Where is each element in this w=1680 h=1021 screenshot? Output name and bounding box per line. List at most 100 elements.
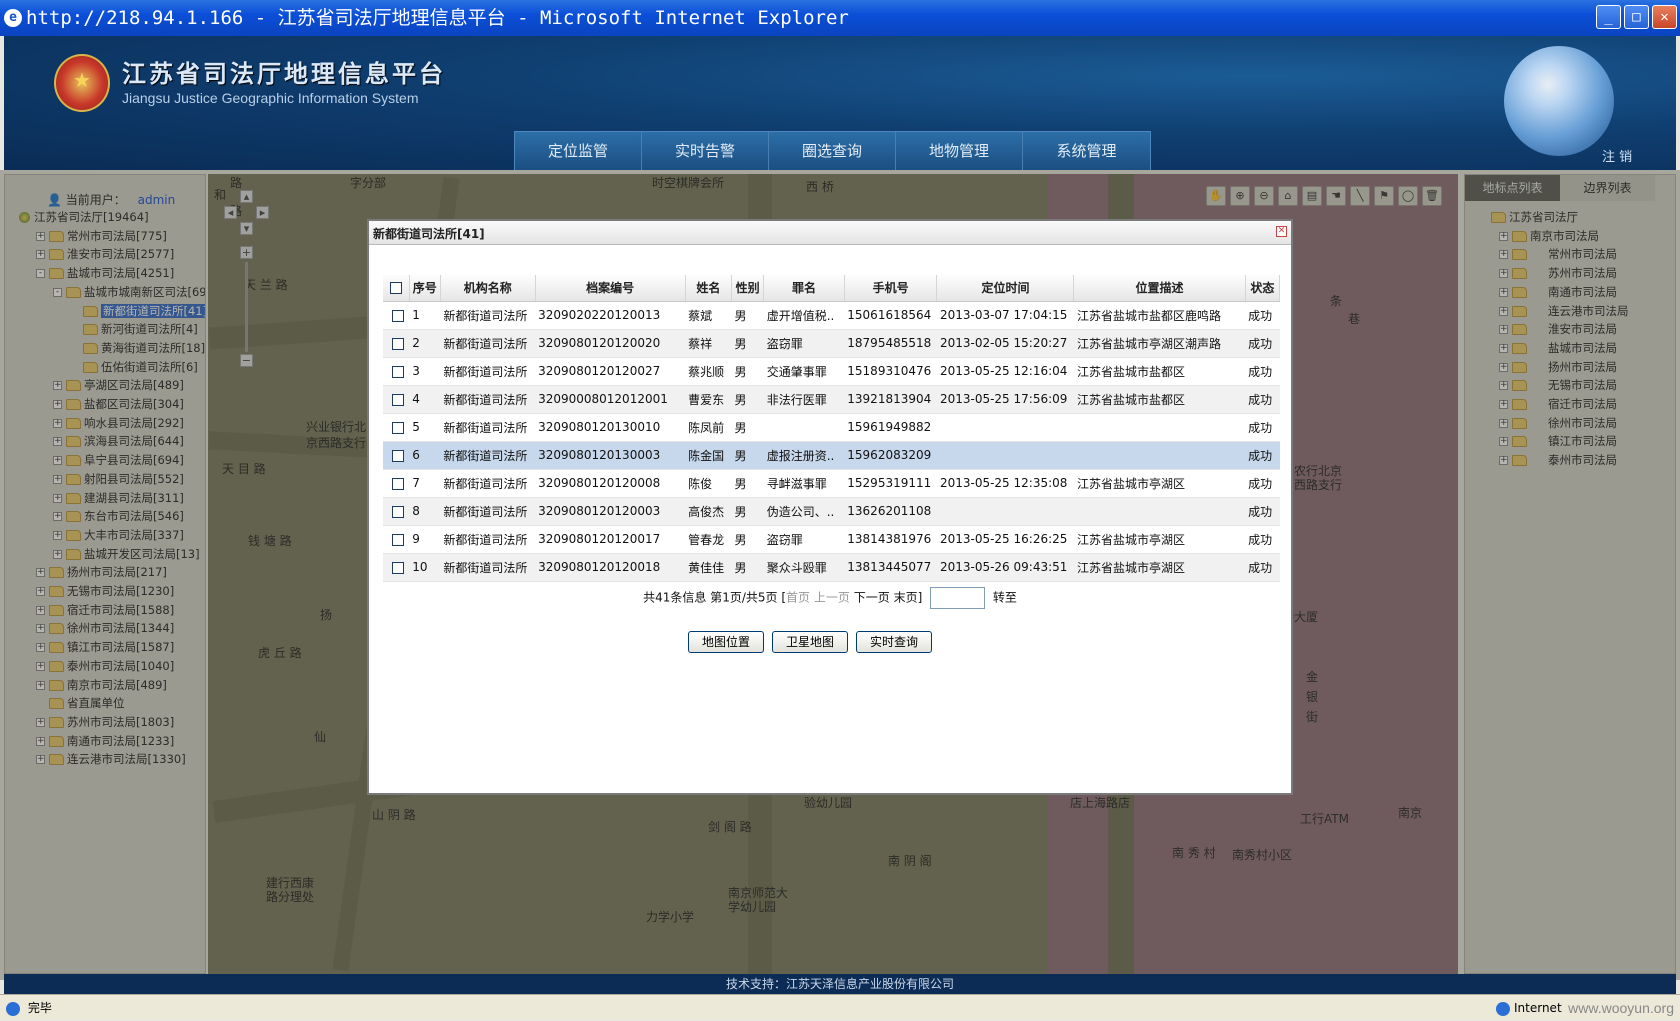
row-checkbox[interactable] bbox=[391, 477, 404, 490]
cell-select bbox=[383, 441, 410, 470]
close-window-button[interactable]: ✕ bbox=[1652, 5, 1677, 29]
cell-crime bbox=[763, 413, 845, 442]
table-row[interactable]: 2 新都街道司法所 3209080120120020 蔡祥男盗窃罪 1879548551… bbox=[383, 329, 1280, 358]
nav-realtime-alarm[interactable]: 实时告警 bbox=[642, 132, 769, 170]
table-row[interactable]: 4 新都街道司法所 32090008012012001 曹爱东男非法行医罪 139218… bbox=[383, 385, 1280, 414]
col-locate-time: 定位时间 bbox=[936, 275, 1075, 302]
cell-org-name: 新都街道司法所 bbox=[440, 385, 536, 414]
cell-org-name: 新都街道司法所 bbox=[440, 301, 536, 330]
cell-name: 蔡斌 bbox=[685, 301, 732, 330]
row-checkbox[interactable] bbox=[391, 309, 404, 322]
window-title: http://218.94.1.166 - 江苏省司法厅地理信息平台 - Mic… bbox=[26, 7, 849, 29]
cell-status: 成功 bbox=[1245, 301, 1280, 330]
nav-feature-management[interactable]: 地物管理 bbox=[896, 132, 1023, 170]
cell-locate-time: 2013-05-26 09:43:51 bbox=[936, 553, 1074, 582]
app-title: 江苏省司法厅地理信息平台 bbox=[122, 60, 446, 88]
cell-select bbox=[383, 385, 410, 414]
cell-location bbox=[1073, 413, 1246, 442]
window-title-bar: e http://218.94.1.166 - 江苏省司法厅地理信息平台 - M… bbox=[0, 0, 1680, 36]
pager-pages: 5 bbox=[757, 590, 766, 605]
satellite-map-button[interactable]: 卫星地图 bbox=[772, 631, 848, 653]
pager-last-link[interactable]: 末页 bbox=[894, 591, 918, 605]
main-nav: 定位监管 实时告警 圈选查询 地物管理 系统管理 bbox=[514, 131, 1151, 170]
cell-phone: 13814381976 bbox=[844, 525, 937, 554]
table-row[interactable]: 10 新都街道司法所 3209080120120018 黄佳佳男聚众斗殴罪 138134… bbox=[383, 553, 1280, 582]
cell-crime: 盗窃罪 bbox=[763, 329, 845, 358]
cell-select bbox=[383, 301, 410, 330]
dialog-close-icon[interactable]: ✕ bbox=[1276, 226, 1287, 237]
cell-phone: 15295319111 bbox=[844, 469, 937, 498]
cell-locate-time: 2013-05-25 12:35:08 bbox=[936, 469, 1074, 498]
nav-area-query[interactable]: 圈选查询 bbox=[769, 132, 896, 170]
row-checkbox[interactable] bbox=[391, 421, 404, 434]
pager-total-suffix: 条信息 第 bbox=[670, 590, 723, 605]
cell-status: 成功 bbox=[1245, 413, 1280, 442]
cell-select bbox=[383, 525, 410, 554]
row-checkbox[interactable] bbox=[391, 449, 404, 462]
cell-phone: 15189310476 bbox=[844, 357, 937, 386]
cell-crime: 交通肇事罪 bbox=[763, 357, 845, 386]
pager-total-prefix: 共 bbox=[643, 590, 656, 605]
zone-label: Internet bbox=[1514, 1001, 1562, 1015]
row-checkbox[interactable] bbox=[391, 561, 404, 574]
cell-status: 成功 bbox=[1245, 497, 1280, 526]
row-checkbox[interactable] bbox=[391, 533, 404, 546]
cell-locate-time: 2013-03-07 17:04:15 bbox=[936, 301, 1074, 330]
ie-status-bar: 完毕 Internet www.wooyun.org bbox=[0, 994, 1680, 1020]
cell-crime: 虚开增值税.. bbox=[763, 301, 845, 330]
national-emblem-logo bbox=[54, 54, 110, 112]
cell-file-no: 3209080120120017 bbox=[535, 525, 686, 554]
realtime-query-button[interactable]: 实时查询 bbox=[856, 631, 932, 653]
row-checkbox[interactable] bbox=[391, 505, 404, 518]
row-checkbox[interactable] bbox=[391, 393, 404, 406]
cell-org-name: 新都街道司法所 bbox=[440, 413, 536, 442]
cell-name: 陈金国 bbox=[685, 441, 732, 470]
minimize-button[interactable]: _ bbox=[1596, 5, 1621, 29]
table-row[interactable]: 6 新都街道司法所 3209080120130003 陈金国男虚报注册资.. 15962… bbox=[383, 441, 1280, 470]
table-row[interactable]: 9 新都街道司法所 3209080120120017 管春龙男盗窃罪 138143819… bbox=[383, 525, 1280, 554]
cell-gender: 男 bbox=[731, 413, 764, 442]
cell-name: 陈俊 bbox=[685, 469, 732, 498]
cell-status: 成功 bbox=[1245, 553, 1280, 582]
table-row[interactable]: 5 新都街道司法所 3209080120130010 陈凤前男 15961949882 成… bbox=[383, 413, 1280, 442]
cell-org-name: 新都街道司法所 bbox=[440, 497, 536, 526]
pager-goto-label[interactable]: 转至 bbox=[993, 591, 1017, 605]
cell-index: 6 bbox=[409, 441, 441, 470]
cell-file-no: 32090008012012001 bbox=[535, 385, 686, 414]
col-file-no: 档案编号 bbox=[535, 275, 686, 302]
cell-gender: 男 bbox=[731, 497, 764, 526]
pager-total: 41 bbox=[655, 590, 671, 605]
select-all-checkbox[interactable] bbox=[389, 282, 402, 295]
cell-file-no: 3209080120130010 bbox=[535, 413, 686, 442]
cell-index: 10 bbox=[409, 553, 441, 582]
cell-location: 江苏省盐城市亭湖区 bbox=[1073, 525, 1246, 554]
table-row[interactable]: 1 新都街道司法所 3209020220120013 蔡斌男虚开增值税.. 150616… bbox=[383, 301, 1280, 330]
cell-phone: 13813445077 bbox=[844, 553, 937, 582]
logout-link[interactable]: 注 销 bbox=[1602, 146, 1632, 165]
nav-system-management[interactable]: 系统管理 bbox=[1023, 132, 1150, 170]
pager-next-link[interactable]: 下一页 bbox=[854, 591, 890, 605]
cell-location bbox=[1073, 497, 1246, 526]
nav-location-monitor[interactable]: 定位监管 bbox=[515, 132, 642, 170]
cell-select bbox=[383, 497, 410, 526]
maximize-button[interactable]: □ bbox=[1624, 5, 1649, 29]
security-zone: Internet bbox=[1490, 995, 1562, 1021]
row-checkbox[interactable] bbox=[391, 337, 404, 350]
cell-name: 蔡兆顺 bbox=[685, 357, 732, 386]
cell-org-name: 新都街道司法所 bbox=[440, 469, 536, 498]
col-phone: 手机号 bbox=[844, 275, 938, 302]
cell-locate-time: 2013-02-05 15:20:27 bbox=[936, 329, 1074, 358]
table-row[interactable]: 7 新都街道司法所 3209080120120008 陈俊男寻衅滋事罪 15295319… bbox=[383, 469, 1280, 498]
row-checkbox[interactable] bbox=[391, 365, 404, 378]
cell-gender: 男 bbox=[731, 357, 764, 386]
pager-goto-input[interactable] bbox=[930, 587, 986, 609]
cell-select bbox=[383, 413, 410, 442]
ie-icon: e bbox=[4, 9, 22, 27]
table-row[interactable]: 3 新都街道司法所 3209080120120027 蔡兆顺男交通肇事罪 1518931… bbox=[383, 357, 1280, 386]
cell-locate-time bbox=[936, 441, 1074, 470]
cell-phone: 15962083209 bbox=[844, 441, 937, 470]
table-body: 1 新都街道司法所 3209020220120013 蔡斌男虚开增值税.. 150616… bbox=[383, 301, 1280, 582]
cell-location: 江苏省盐城市盐都区鹿鸣路 bbox=[1073, 301, 1246, 330]
table-row[interactable]: 8 新都街道司法所 3209080120120003 高俊杰男伪造公司、.. 13626… bbox=[383, 497, 1280, 526]
map-location-button[interactable]: 地图位置 bbox=[688, 631, 764, 653]
